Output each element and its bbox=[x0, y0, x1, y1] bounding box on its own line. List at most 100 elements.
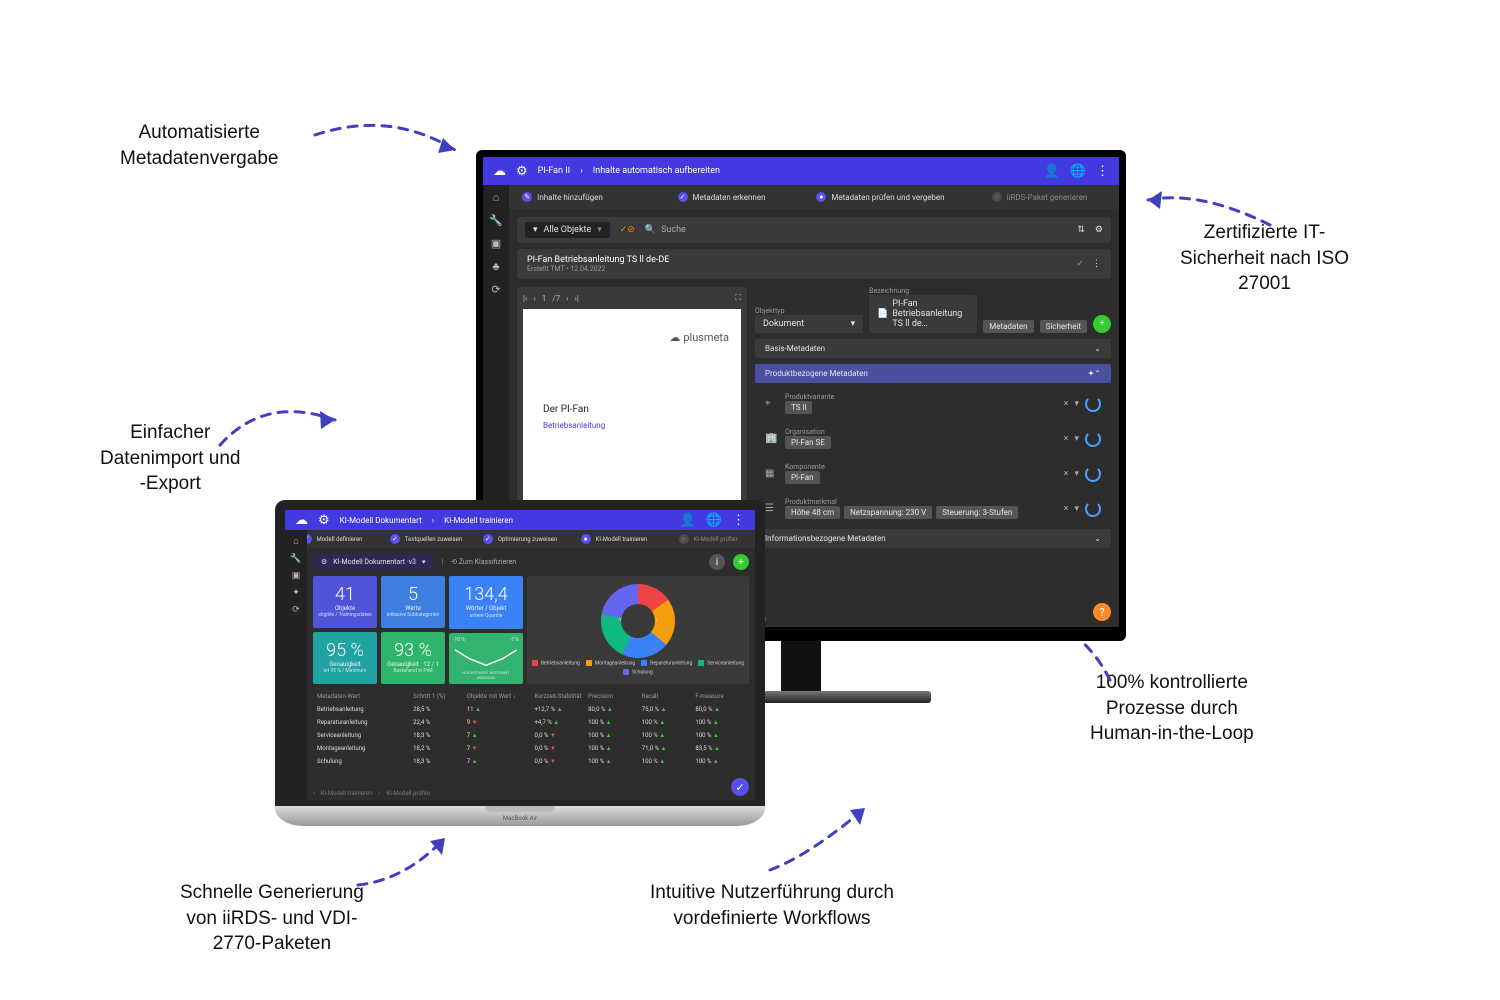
chevron-down-icon: ⌄ bbox=[1094, 344, 1101, 353]
more-icon[interactable]: ⋮ bbox=[732, 513, 745, 528]
next[interactable]: › bbox=[566, 294, 568, 303]
variant-chip[interactable]: TS ll bbox=[785, 401, 812, 414]
doc-subtitle: Betriebsanleitung bbox=[543, 421, 605, 430]
cloud-sync-icon[interactable]: ⟳ bbox=[292, 605, 300, 615]
clear-icon[interactable]: × bbox=[1064, 469, 1069, 479]
filter-bar: ▾ Alle Objekte ▾ ✓⊘ 🔍 Suche ⇅ ⚙ bbox=[517, 217, 1111, 243]
help-button[interactable]: ? bbox=[1093, 603, 1111, 621]
box-icon[interactable]: ▣ bbox=[292, 571, 301, 581]
tag-icon: ⌖ bbox=[765, 398, 779, 409]
step-optimize[interactable]: ✓Optimierung zuweisen bbox=[473, 534, 567, 544]
dropdown-icon[interactable]: ▾ bbox=[1074, 469, 1079, 479]
box-icon[interactable]: ▣ bbox=[491, 237, 501, 250]
table-row: Reparaturanleitung22,4 %9 ▼+4,7 % ▲100 %… bbox=[313, 716, 749, 729]
component-chip[interactable]: PI-Fan bbox=[785, 471, 820, 484]
step-review-metadata[interactable]: ●Metadaten prüfen und vergeben bbox=[801, 192, 960, 202]
annotation-metadata: Automatisierte Metadatenvergabe bbox=[120, 120, 278, 171]
info-button[interactable]: i bbox=[709, 554, 725, 570]
feature-chip[interactable]: Steuerung: 3-Stufen bbox=[936, 506, 1018, 519]
section-product[interactable]: Produktbezogene Metadaten✦ ⌃ bbox=[755, 364, 1111, 383]
chevron-left-icon[interactable]: ‹ bbox=[313, 790, 315, 797]
progress-ring bbox=[1085, 396, 1101, 412]
gear-icon[interactable]: ⚙ bbox=[318, 513, 330, 528]
prev[interactable]: ‹ bbox=[533, 294, 535, 303]
brain-icon[interactable]: ✦ bbox=[292, 588, 300, 598]
expand-icon[interactable]: ⛶ bbox=[735, 293, 741, 303]
home-icon[interactable]: ⌂ bbox=[293, 536, 298, 547]
tile-words: 134,4Wörter / Objektuntere Quartile bbox=[449, 576, 523, 629]
globe-icon[interactable]: 🌐 bbox=[706, 513, 722, 528]
name-label: Bezeichnung bbox=[869, 287, 977, 295]
step-test[interactable]: ○KI-Modell prüfen bbox=[661, 534, 755, 544]
step-detect-metadata[interactable]: ✓Metadaten erkennen bbox=[642, 192, 801, 202]
feature-chip[interactable]: Netzspannung: 230 V bbox=[844, 506, 932, 519]
settings-icon[interactable]: ⚙ bbox=[1095, 225, 1103, 235]
tool-icon[interactable]: 🔧 bbox=[290, 554, 301, 564]
arrow-iirds bbox=[350, 830, 460, 900]
list-icon: ☰ bbox=[765, 503, 779, 514]
clear-icon[interactable]: × bbox=[1064, 434, 1069, 444]
tree-icon[interactable]: ♣ bbox=[492, 260, 499, 273]
objtype-select[interactable]: Dokument▾ bbox=[755, 315, 863, 333]
variant-label: Produktvariante bbox=[785, 393, 1058, 401]
doc-logo: ☁ plusmeta bbox=[669, 331, 729, 344]
globe-icon[interactable]: 🌐 bbox=[1070, 164, 1086, 179]
dropdown-icon[interactable]: ▾ bbox=[1074, 434, 1079, 444]
chevron-right-icon: › bbox=[432, 516, 434, 525]
add-button[interactable]: + bbox=[733, 554, 749, 570]
progress-ring bbox=[1085, 501, 1101, 517]
confirm-button[interactable]: ✓ bbox=[731, 778, 749, 796]
user-icon[interactable]: 👤 bbox=[1044, 164, 1060, 179]
step-generate-package[interactable]: ○iiRDS-Paket generieren bbox=[960, 192, 1119, 202]
prev-page[interactable]: |‹ bbox=[523, 294, 527, 303]
cloud-sync-icon[interactable]: ⟳ bbox=[491, 283, 500, 296]
building-icon: 🏢 bbox=[765, 433, 779, 444]
dropdown-icon[interactable]: ▾ bbox=[1074, 399, 1079, 409]
workflow-steps: ✓Modell definieren ✓Textquellen zuweisen… bbox=[285, 530, 755, 548]
filter-toggle[interactable]: ✓⊘ bbox=[620, 225, 635, 235]
progress-ring bbox=[1085, 466, 1101, 482]
org-label: Organisation bbox=[785, 428, 1058, 436]
cloud-icon: ☁ bbox=[493, 164, 506, 179]
last-page[interactable]: ›| bbox=[574, 294, 578, 303]
arrow-metadata bbox=[310, 115, 470, 175]
step-sources[interactable]: ✓Textquellen zuweisen bbox=[379, 534, 473, 544]
user-icon[interactable]: 👤 bbox=[680, 513, 696, 528]
tile-trend: -10 %-7 % HÖCHSTWERT BESTIMMT MINIMUM bbox=[449, 633, 523, 684]
table-header: Metadaten-WertSchritt 1 (%)Objekte mit W… bbox=[313, 690, 749, 703]
safety-chip[interactable]: Sicherheit bbox=[1040, 320, 1087, 333]
filter-icon[interactable]: ⇅ bbox=[1077, 225, 1085, 235]
share-link[interactable]: ⟲ Zum Klassifizieren bbox=[451, 558, 516, 566]
object-meta: Erstellt TMT • 12.04.2022 bbox=[527, 265, 1068, 273]
sidebar: ⌂ 🔧 ▣ ✦ ⟳ bbox=[285, 530, 307, 800]
feature-chip[interactable]: Höhe 48 cm bbox=[785, 506, 840, 519]
step-train[interactable]: ●KI-Modell trainieren bbox=[567, 534, 661, 544]
laptop-base: MacBook Air bbox=[275, 806, 765, 826]
object-row[interactable]: PI-Fan Betriebsanleitung TS ll de-DE Ers… bbox=[517, 249, 1111, 279]
clear-icon[interactable]: × bbox=[1064, 504, 1069, 514]
search-input[interactable]: 🔍 Suche bbox=[645, 225, 1068, 235]
add-button[interactable]: + bbox=[1093, 315, 1111, 333]
section-basic[interactable]: Basis-Metadaten⌄ bbox=[755, 339, 1111, 358]
gear-icon[interactable]: ⚙ bbox=[516, 164, 528, 179]
model-selector[interactable]: ⚙ KI-Modell Dokumentart ·v3 ▾ bbox=[313, 554, 433, 570]
org-chip[interactable]: PI-Fan SE bbox=[785, 436, 831, 449]
home-icon[interactable]: ⌂ bbox=[493, 191, 500, 204]
clear-icon[interactable]: × bbox=[1064, 399, 1069, 409]
meta-row-variant: ⌖ Produktvariante TS ll × ▾ bbox=[755, 389, 1111, 418]
tool-icon[interactable]: 🔧 bbox=[489, 214, 503, 227]
more-icon[interactable]: ⋮ bbox=[1096, 164, 1109, 179]
metadata-chip[interactable]: Metadaten bbox=[983, 320, 1033, 333]
magic-icon[interactable]: ✦ bbox=[1088, 369, 1095, 378]
page-current: 1 bbox=[542, 294, 547, 303]
header-project: KI-Modell Dokumentart bbox=[340, 516, 422, 525]
arrow-workflows bbox=[760, 800, 880, 880]
dropdown-icon[interactable]: ▾ bbox=[1074, 504, 1079, 514]
row-more-icon[interactable]: ⋮ bbox=[1092, 259, 1101, 269]
table-row: Schulung18,3 %7 ▲0,0 % ▼100 % ▲100 % ▲10… bbox=[313, 755, 749, 768]
crumb-1[interactable]: KI-Modell trainieren bbox=[321, 790, 373, 797]
filter-select[interactable]: ▾ Alle Objekte ▾ bbox=[525, 222, 610, 238]
section-info[interactable]: Informationsbezogene Metadaten⌄ bbox=[755, 529, 1111, 548]
crumb-2[interactable]: KI-Modell prüfen bbox=[386, 790, 430, 797]
monitor-stand-neck bbox=[781, 641, 821, 691]
